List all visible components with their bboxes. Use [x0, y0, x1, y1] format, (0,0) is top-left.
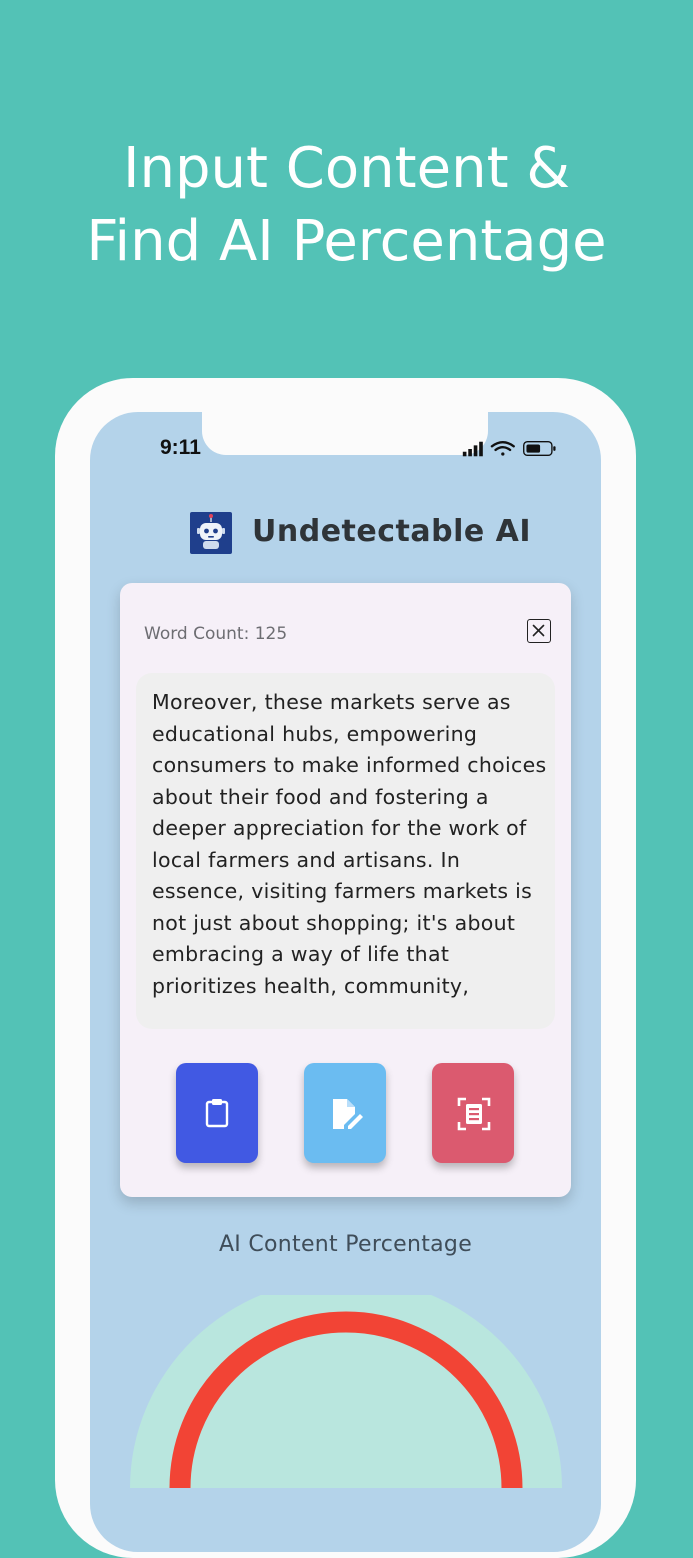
phone-notch: [202, 412, 488, 455]
content-text-area[interactable]: Moreover, these markets serve as educati…: [136, 673, 555, 1029]
promo-headline: Input Content & Find AI Percentage: [0, 132, 693, 278]
headline-line-1: Input Content &: [123, 136, 570, 201]
document-scan-icon: [457, 1097, 491, 1131]
clipboard-icon: [205, 1099, 229, 1128]
input-card: Word Count: 125 Moreover, these markets …: [120, 583, 571, 1197]
scan-button[interactable]: [432, 1063, 514, 1163]
paste-button[interactable]: [176, 1063, 258, 1163]
status-time: 9:11: [160, 436, 201, 459]
word-count-label: Word Count: 125: [144, 624, 288, 644]
robot-logo-icon: [190, 512, 232, 554]
battery-icon: [523, 441, 556, 457]
content-text: Moreover, these markets serve as educati…: [152, 690, 547, 998]
headline-line-2: Find AI Percentage: [86, 209, 607, 274]
edit-button[interactable]: [304, 1063, 386, 1163]
clear-text-button[interactable]: [527, 619, 551, 643]
app-title: Undetectable AI: [252, 514, 532, 549]
wifi-icon: [490, 441, 515, 456]
ai-percentage-title: AI Content Percentage: [218, 1232, 473, 1257]
app-header: Undetectable AI: [90, 512, 601, 554]
ai-percentage-gauge: [130, 1295, 562, 1489]
status-icons: [462, 441, 556, 457]
signal-icon: [462, 441, 483, 457]
document-edit-icon: [333, 1099, 363, 1129]
close-icon: [532, 624, 545, 637]
phone-screen: 9:11 Undetectable AI Word Count: 125 Mor…: [90, 412, 601, 1552]
